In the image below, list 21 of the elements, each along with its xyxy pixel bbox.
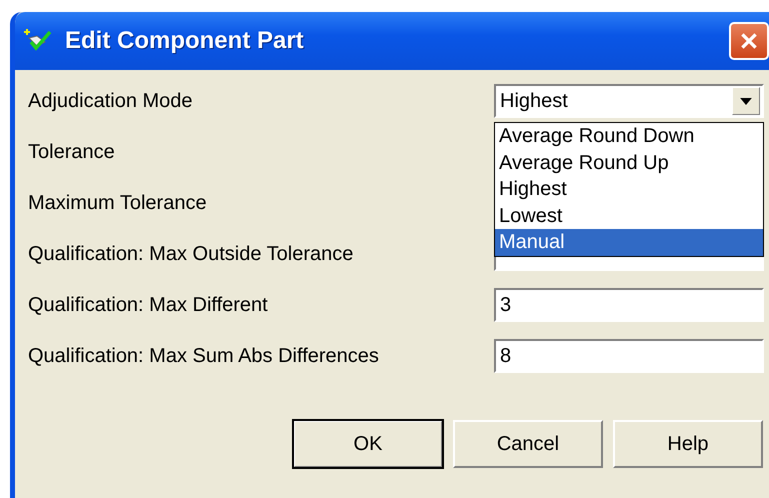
field-label: Tolerance	[28, 140, 116, 164]
dialog-button[interactable]: Cancel	[453, 420, 603, 468]
dropdown-option[interactable]: Average Round Up	[495, 150, 763, 176]
window-title: Edit Component Part	[65, 27, 305, 55]
input-field[interactable]: 8	[494, 339, 764, 373]
dialog-button[interactable]: OK	[293, 420, 443, 468]
dropdown-button[interactable]	[732, 87, 760, 115]
field-label: Qualification: Max Different	[28, 294, 269, 316]
caret-icon	[740, 98, 752, 104]
field-label: Maximum Tolerance	[28, 192, 208, 214]
field-label: Qualification: Max Outside Tolerance	[28, 242, 354, 266]
field-label: Qualification: Max Sum Abs Differences	[28, 344, 380, 368]
dropdown-option[interactable]: Highest	[495, 176, 763, 202]
dropdown-option[interactable]: Lowest	[495, 202, 763, 229]
close-button[interactable]	[729, 22, 769, 60]
dialog-button[interactable]: Help	[613, 420, 763, 468]
dropdown[interactable]: Highest	[494, 84, 764, 118]
dropdown-option[interactable]: Manual	[495, 229, 763, 256]
dropdown-option[interactable]: Average Round Down	[495, 123, 763, 150]
input-field[interactable]: 3	[494, 288, 764, 322]
field-label: Adjudication Mode	[28, 90, 194, 112]
